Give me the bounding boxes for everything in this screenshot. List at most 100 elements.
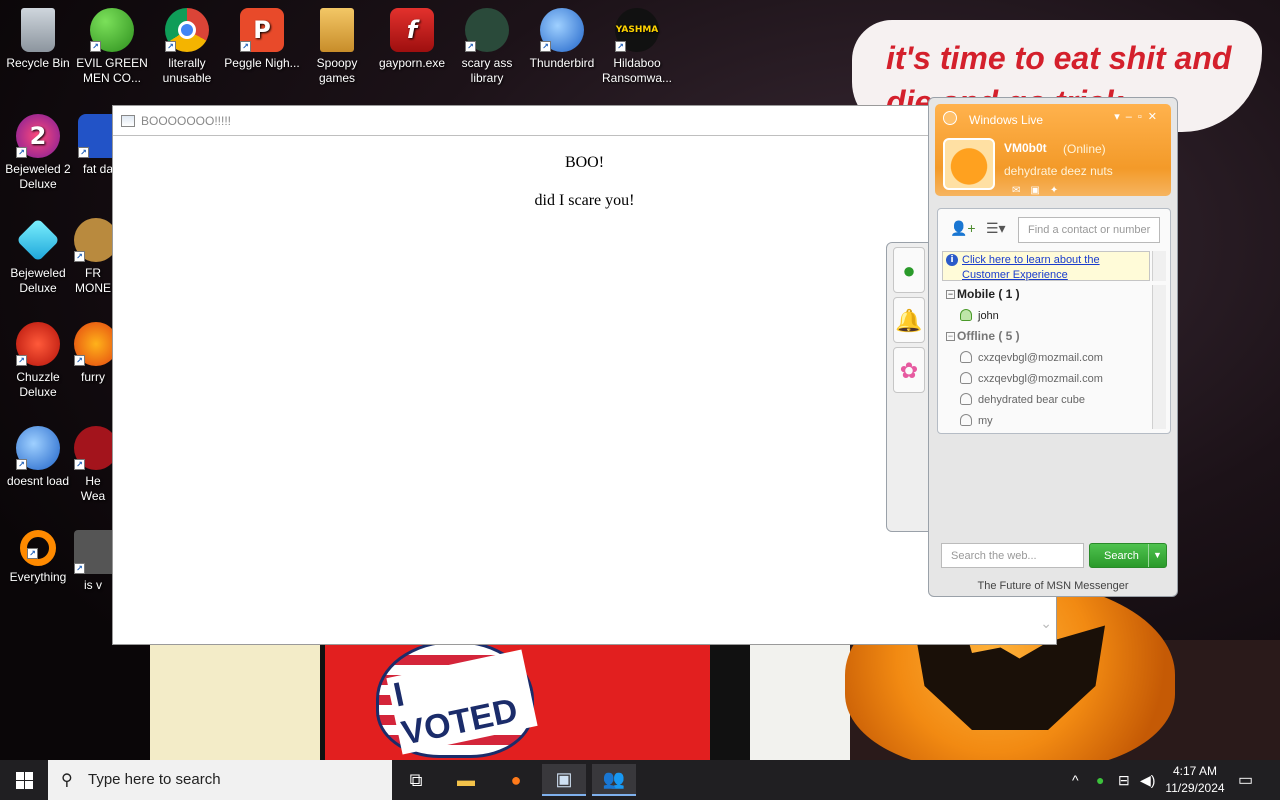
- taskbar-search[interactable]: ⚲ Type here to search: [48, 760, 392, 800]
- mobile-contact-icon: [960, 309, 972, 321]
- desktop-icon-label: gayporn.exe: [378, 56, 446, 70]
- popup-window-taskbar-icon[interactable]: ▣: [542, 764, 586, 796]
- desktop-icon-label: literally unusable: [162, 56, 212, 85]
- thunderbird-icon: ↗: [16, 426, 60, 470]
- desktop-icon-evil-green-men[interactable]: ↗ EVIL GREEN MEN CO...: [74, 2, 150, 86]
- yashma-shield-icon: YASHMA ↗: [615, 8, 659, 52]
- messenger-window[interactable]: Windows Live ▾–▫✕ VM0b0t (Online) dehydr…: [928, 97, 1178, 597]
- chevron-down-icon[interactable]: ⌄: [1040, 615, 1052, 632]
- contact-item[interactable]: cxzqevbgl@mozmail.com: [960, 351, 1103, 364]
- bejeweled2-icon: 2 ↗: [16, 114, 60, 158]
- desktop-icon-label: doesnt load: [6, 474, 70, 488]
- contact-item[interactable]: cxzqevbgl@mozmail.com: [960, 372, 1103, 385]
- taskbar-clock[interactable]: 4:17 AM 11/29/2024: [1160, 763, 1230, 797]
- bell-icon[interactable]: 🔔: [893, 297, 925, 343]
- desktop-icon-label: EVIL GREEN MEN CO...: [76, 56, 148, 85]
- desktop-icon-label: Thunderbird: [529, 56, 595, 70]
- desktop-icon-label: Recycle Bin: [6, 56, 70, 70]
- desktop-icon-furry[interactable]: ↗ furry: [74, 316, 112, 385]
- chevron-down-icon: ▼: [1148, 544, 1166, 567]
- volume-icon[interactable]: ◀): [1140, 772, 1155, 789]
- desktop-icon-is-v[interactable]: ↗ is v: [74, 524, 112, 593]
- contact-list-scrollbar[interactable]: [1152, 285, 1166, 429]
- customer-experience-link[interactable]: i Click here to learn about the Customer…: [942, 251, 1150, 281]
- desktop-icon-everything[interactable]: ↗ Everything: [0, 524, 76, 585]
- desktop-icon-recycle-bin[interactable]: Recycle Bin: [0, 2, 76, 71]
- info-link-text[interactable]: Click here to learn about the Customer E…: [962, 254, 1100, 281]
- peggle-icon: P ↗: [240, 8, 284, 52]
- search-button[interactable]: Search ▼: [1089, 543, 1167, 568]
- shield-icon: ↗: [74, 530, 112, 574]
- menu-icon[interactable]: [943, 111, 957, 125]
- desktop-icon-label: scary ass library: [461, 56, 513, 85]
- desktop-icon-peggle[interactable]: P ↗ Peggle Nigh...: [224, 2, 300, 71]
- messenger-side-tabs: ● 🔔 ✿: [886, 242, 930, 532]
- desktop-icon-label: Chuzzle Deluxe: [16, 370, 60, 399]
- task-view-icon[interactable]: ⧉: [394, 764, 438, 796]
- money-bag-icon: ↗: [74, 218, 112, 262]
- popup-line-1: BOO!: [564, 154, 605, 171]
- clock-date: 11/29/2024: [1165, 781, 1225, 795]
- desktop-icon-label: Peggle Nigh...: [224, 56, 300, 70]
- folder-icon: [320, 8, 354, 52]
- voted-sticker: I VOTED: [376, 640, 538, 758]
- info-scrollbar[interactable]: [1152, 251, 1166, 281]
- desktop-icon-label: He Wea: [80, 474, 106, 503]
- desktop-icon-chuzzle[interactable]: ↗ Chuzzle Deluxe: [0, 316, 76, 400]
- recycle-bin-icon: [21, 8, 55, 52]
- contact-item[interactable]: dehydrated bear cube: [960, 393, 1085, 406]
- popup-titlebar[interactable]: BOOOOOOO!!!!!: [113, 106, 1056, 136]
- toolbar-icons[interactable]: ✉▣✦: [1012, 185, 1068, 196]
- desktop-icon-spoopy-games[interactable]: Spoopy games: [299, 2, 375, 86]
- clock-time: 4:17 AM: [1172, 764, 1218, 778]
- desktop-icon-bejeweled[interactable]: Bejeweled Deluxe: [0, 212, 76, 296]
- contacts-tab-icon[interactable]: ●: [893, 247, 925, 293]
- network-icon[interactable]: ⊟: [1118, 772, 1130, 789]
- flash-icon: f: [390, 8, 434, 52]
- notifications-icon[interactable]: ▭: [1238, 770, 1253, 790]
- list-view-icon[interactable]: ☰▾: [986, 220, 1012, 242]
- taskbar-search-placeholder: Type here to search: [88, 771, 221, 788]
- desktop-icon-thunderbird[interactable]: ↗ Thunderbird: [524, 2, 600, 71]
- desktop-icon-bejeweled2[interactable]: 2 ↗ Bejeweled 2 Deluxe: [0, 108, 76, 192]
- add-contact-icon[interactable]: 👤+: [950, 220, 976, 242]
- chevron-up-icon[interactable]: ^: [1072, 772, 1079, 788]
- search-ring-icon: ↗: [20, 530, 56, 566]
- find-contact-input[interactable]: Find a contact or number: [1018, 217, 1160, 243]
- desktop-icon-label: Bejeweled Deluxe: [10, 266, 66, 295]
- contact-list-panel: 👤+ ☰▾ Find a contact or number i Click h…: [937, 208, 1171, 434]
- contact-item[interactable]: john: [960, 309, 999, 322]
- firefox-icon[interactable]: ●: [494, 764, 538, 796]
- file-explorer-icon[interactable]: ▬: [444, 764, 488, 796]
- web-search-input[interactable]: Search the web...: [941, 543, 1084, 568]
- messenger-header: Windows Live ▾–▫✕ VM0b0t (Online) dehydr…: [935, 104, 1171, 196]
- personal-message[interactable]: dehydrate deez nuts: [1004, 164, 1113, 178]
- desktop-icon-hildaboo[interactable]: YASHMA ↗ Hildaboo Ransomwa...: [599, 2, 675, 86]
- user-display-name[interactable]: VM0b0t: [1004, 141, 1047, 155]
- group-mobile[interactable]: − Mobile ( 1 ): [946, 287, 1020, 301]
- avatar[interactable]: [943, 138, 995, 190]
- user-status[interactable]: (Online): [1063, 142, 1106, 156]
- games-tab-icon[interactable]: ✿: [893, 347, 925, 393]
- desktop-icon-flash[interactable]: f gayporn.exe: [374, 2, 450, 71]
- desktop-icon-weather[interactable]: ↗ He Wea: [74, 420, 112, 504]
- contact-item[interactable]: my: [960, 414, 993, 428]
- messenger-taskbar-icon[interactable]: 👥: [592, 764, 636, 796]
- desktop-icon-label: Hildaboo Ransomwa...: [601, 56, 673, 85]
- desktop-icon-chrome[interactable]: ↗ literally unusable: [149, 2, 225, 86]
- info-icon: i: [946, 254, 958, 266]
- chrome-icon: ↗: [165, 8, 209, 52]
- offline-contact-icon: [960, 414, 972, 426]
- diamond-icon: [16, 218, 60, 262]
- group-offline[interactable]: − Offline ( 5 ): [946, 329, 1020, 343]
- desktop-icon-label: furry: [81, 370, 105, 384]
- messenger-tray-icon[interactable]: ●: [1096, 772, 1104, 788]
- voted-sticker-text: I VOTED: [386, 649, 538, 755]
- popup-title: BOOOOOOO!!!!!: [141, 113, 232, 128]
- start-button[interactable]: [0, 760, 48, 800]
- desktop-icon-free-money[interactable]: ↗ FR MONE: [74, 212, 112, 296]
- desktop-icon-scary-library[interactable]: ↗ scary ass library: [449, 2, 525, 86]
- window-controls[interactable]: ▾–▫✕: [1114, 110, 1163, 123]
- desktop-icon-label: FR MONE: [75, 266, 111, 295]
- desktop-icon-doesnt-load[interactable]: ↗ doesnt load: [0, 420, 76, 489]
